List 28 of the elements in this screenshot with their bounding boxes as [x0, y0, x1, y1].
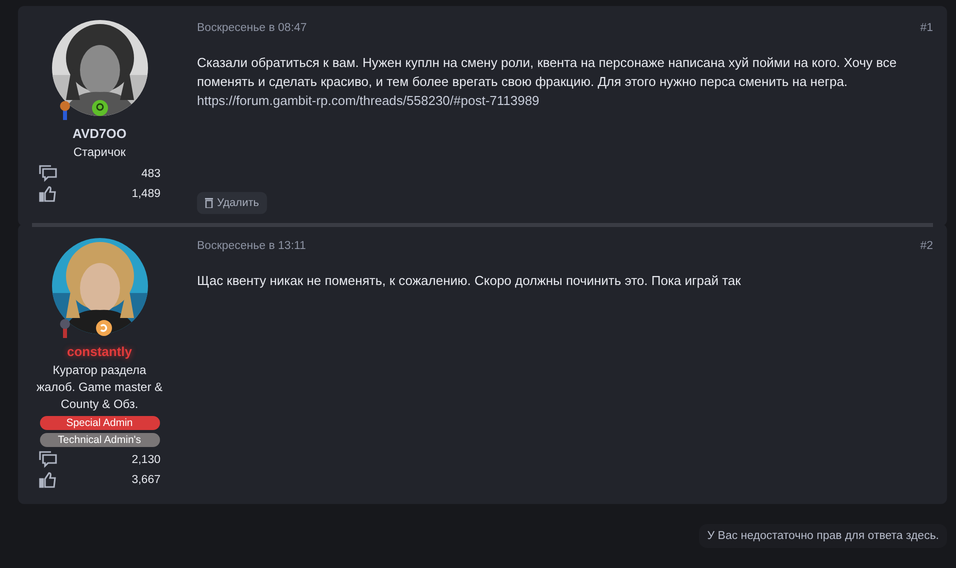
messages-icon: [38, 451, 56, 468]
user-banner: Special Admin: [40, 416, 160, 430]
username[interactable]: constantly: [66, 344, 132, 359]
user-banner: Technical Admin's: [40, 433, 160, 447]
post-text: Щас квенту никак не поменять, к сожалению. Скоро должны починить это. Пока играй так: [197, 272, 742, 290]
post-link[interactable]: https://forum.gambit-rp.com/threads/558230/#post-7113989: [197, 93, 540, 108]
delete-button[interactable]: Удалить: [197, 192, 267, 214]
reaction-count: 3,667: [132, 474, 160, 486]
post-date[interactable]: Воскресенье в 13:11: [197, 240, 306, 252]
status-icon: [92, 100, 108, 116]
messages-icon: [38, 165, 56, 182]
post-number[interactable]: #2: [920, 240, 933, 252]
post-date[interactable]: Воскресенье в 08:47: [197, 22, 307, 34]
thumbs-up-icon: [38, 472, 56, 488]
medal-icon: [60, 100, 70, 120]
notice-message: У Вас недостаточно прав для ответа здесь.: [699, 524, 947, 548]
message-count: 2,130: [132, 454, 160, 466]
thumbs-up-icon: [38, 186, 56, 202]
trash-icon: [205, 198, 213, 208]
username[interactable]: AVD7OO: [72, 126, 126, 141]
post-text: Сказали обратиться к вам. Нужен куплн на смену роли, квента на персонаже написана хуй пойми на кого. Хочу все поменять и сделать красиво, и тем более врегать свою фракцию. Для этого нужно перса сменить на негра. https://forum.gambit-rp.com/threads/558230/#post-7113989: [197, 54, 898, 110]
user-title: Куратор раздела жалоб. Game master & County & Обз.: [35, 362, 164, 413]
status-icon: [96, 320, 112, 336]
user-title: Старичок: [72, 144, 127, 161]
medal-icon: [60, 318, 70, 338]
post-number[interactable]: #1: [920, 22, 933, 34]
message-count: 483: [141, 168, 160, 180]
reaction-count: 1,489: [132, 188, 160, 200]
